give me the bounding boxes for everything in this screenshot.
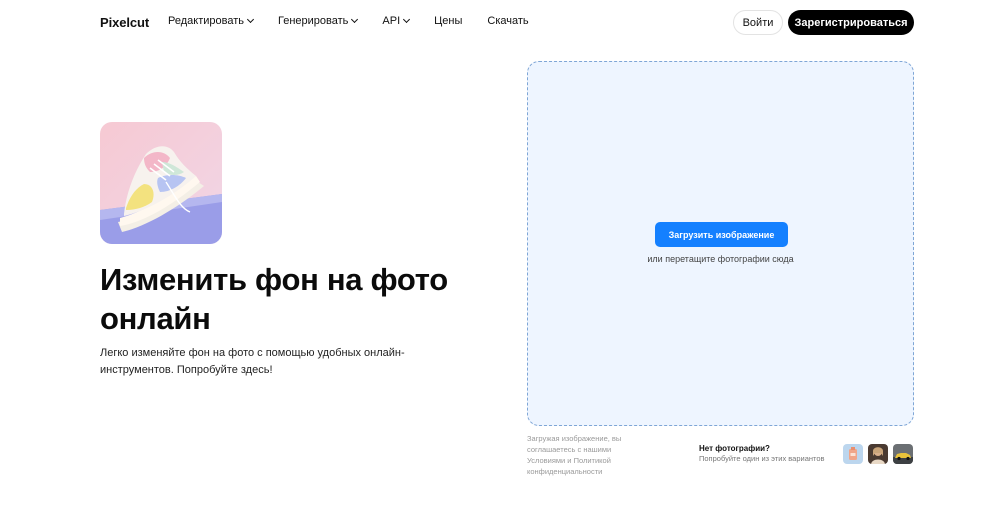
person-sample-icon[interactable] <box>868 444 888 464</box>
chevron-down-icon <box>403 15 411 24</box>
nav-pricing[interactable]: Цены <box>434 15 462 27</box>
login-button[interactable]: Войти <box>733 10 783 35</box>
signup-button[interactable]: Зарегистрироваться <box>788 10 914 35</box>
sneaker-photo-icon <box>100 122 222 244</box>
nav-generate-label: Генерировать <box>278 15 349 27</box>
page-subtitle: Легко изменяйте фон на фото с помощью уд… <box>100 347 405 376</box>
nav-pricing-label: Цены <box>434 15 463 27</box>
no-photo-subtitle: Попробуйте один из этих вариантов <box>699 454 825 463</box>
main-nav: Редактировать Генерировать API Цены Скач… <box>168 15 554 27</box>
nav-edit-label: Редактировать <box>168 15 244 27</box>
upload-image-button[interactable]: Загрузить изображение <box>655 222 788 247</box>
nav-download[interactable]: Скачать <box>487 15 528 27</box>
logo[interactable]: Pixelcut <box>100 15 149 30</box>
chevron-down-icon <box>246 15 255 24</box>
nav-generate[interactable]: Генерировать <box>278 15 359 27</box>
site-header: Pixelcut Редактировать Генерировать API … <box>0 0 1000 46</box>
drop-hint: или перетащите фотографии сюда <box>647 254 794 264</box>
nav-api[interactable]: API <box>382 15 411 27</box>
nav-api-label: API <box>382 15 401 27</box>
no-photo-title: Нет фотографии? <box>699 444 770 453</box>
upload-dropzone[interactable]: Загрузить изображение или перетащите фот… <box>527 61 914 426</box>
chevron-down-icon <box>351 15 359 24</box>
nav-download-label: Скачать <box>487 15 529 27</box>
terms-notice: Загружая изображение, вы соглашаетесь с … <box>527 434 622 476</box>
car-sample-icon[interactable] <box>893 444 913 464</box>
page-title: Изменить фон на фото онлайн <box>100 262 448 336</box>
nav-edit[interactable]: Редактировать <box>168 15 255 27</box>
product-sample-icon[interactable] <box>843 444 863 464</box>
